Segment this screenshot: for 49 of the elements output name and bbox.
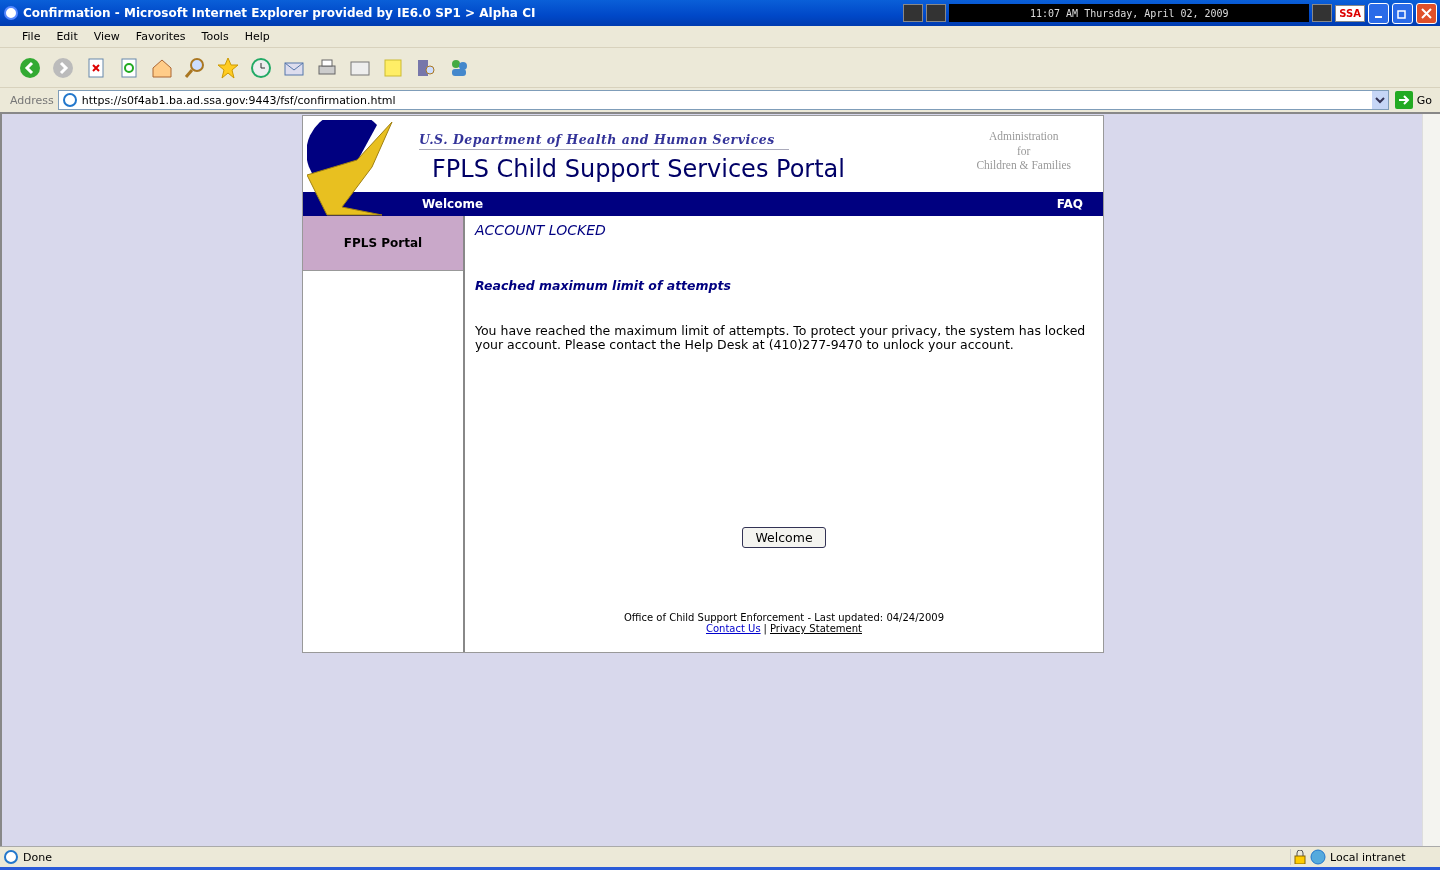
logo-badge: SSA <box>1335 4 1365 22</box>
page-heading: ACCOUNT LOCKED <box>475 222 607 238</box>
close-icon <box>1421 7 1432 19</box>
lock-message: You have reached the maximum limit of attempts. To protect your privacy, the system has locked your account. Please contact the Help Desk at (410)277-9470 to unlock your account. <box>475 324 1087 352</box>
faq-link[interactable]: FAQ <box>1056 197 1083 211</box>
sidebar-item[interactable]: FPLS Portal <box>303 216 463 271</box>
page-subheading: Reached maximum limit of attempts <box>475 278 732 293</box>
restore-icon <box>1397 7 1408 19</box>
lock-icon <box>1294 850 1306 864</box>
menu-item[interactable]: Tools <box>193 30 237 43</box>
link-separator: | <box>763 623 767 634</box>
agency-name: Children & Families <box>976 158 1071 173</box>
zone-text: Local intranet <box>1330 850 1406 864</box>
clock-ticker: 11:07 AM Thursday, April 02, 2009 <box>949 4 1310 22</box>
search-icon[interactable] <box>183 55 207 80</box>
minimize-button[interactable] <box>1368 2 1389 24</box>
close-button[interactable] <box>1416 2 1437 24</box>
address-field[interactable]: https://s0f4ab1.ba.ad.ssa.gov:9443/fsf/confirmation.html <box>57 90 1389 110</box>
restore-button[interactable] <box>1392 2 1413 24</box>
footer-text: Office of Child Support Enforcement - Last updated: 04/24/2009 <box>624 612 944 623</box>
agency-name: for <box>1017 143 1031 158</box>
page-icon <box>3 849 19 865</box>
dropdown-icon[interactable] <box>1371 91 1388 109</box>
status-text: Done <box>23 850 52 864</box>
address-text: https://s0f4ab1.ba.ad.ssa.gov:9443/fsf/confirmation.html <box>81 93 396 107</box>
address-label: Address <box>10 93 54 107</box>
star-icon[interactable] <box>216 55 240 80</box>
contact-link[interactable]: Contact Us <box>706 623 761 634</box>
window-title: Confirmation - Microsoft Internet Explorer provided by IE6.0 SP1 > Alpha CI <box>23 6 536 20</box>
portal-title: FPLS Child Support Services Portal <box>431 155 845 183</box>
menu-item[interactable]: View <box>85 30 128 43</box>
globe-icon <box>1310 849 1326 865</box>
history-icon[interactable] <box>249 55 273 80</box>
privacy-link[interactable]: Privacy Statement <box>770 623 862 634</box>
menu-item[interactable]: Help <box>236 30 278 43</box>
back-icon[interactable] <box>18 55 42 80</box>
welcome-link[interactable]: Welcome <box>422 197 484 211</box>
minimize-icon <box>1375 16 1382 18</box>
browser-icon <box>3 5 19 21</box>
scrollbar[interactable] <box>1422 114 1440 846</box>
welcome-button[interactable]: Welcome <box>742 527 826 548</box>
go-button[interactable]: Go <box>1392 91 1434 109</box>
agency-name: Administration <box>988 129 1059 144</box>
menu-item[interactable]: Favorites <box>127 30 194 43</box>
menu-item[interactable]: Edit <box>48 30 86 43</box>
forward-icon[interactable] <box>51 55 75 80</box>
page-icon <box>61 92 78 108</box>
menu-item[interactable]: File <box>14 30 49 43</box>
department-name: U.S. Department of Health and Human Services <box>419 132 789 150</box>
